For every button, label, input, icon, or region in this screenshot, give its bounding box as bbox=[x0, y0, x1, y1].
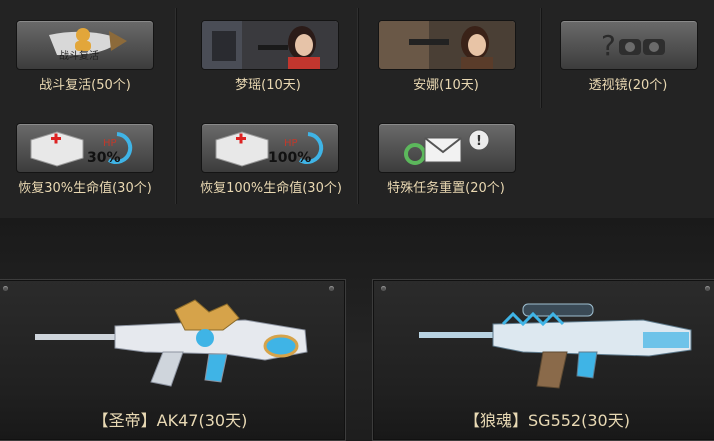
svg-text:30%: 30% bbox=[87, 150, 121, 166]
character-portrait-anna[interactable] bbox=[378, 20, 516, 70]
svg-text:HP: HP bbox=[284, 138, 298, 149]
item-label: 战斗复活(50个) bbox=[39, 78, 131, 93]
svg-text:战斗复活: 战斗复活 bbox=[59, 49, 99, 62]
item-label: 恢复100%生命值(30个) bbox=[200, 181, 342, 196]
svg-text:!: ! bbox=[476, 134, 482, 149]
medkit-icon[interactable]: HP 100% bbox=[201, 123, 339, 173]
svg-text:?: ? bbox=[601, 29, 616, 62]
weapon-card-ak47[interactable]: 【圣帝】AK47(30天) bbox=[0, 279, 346, 441]
weapon-card-sg552[interactable]: 【狼魂】SG552(30天) bbox=[372, 279, 714, 441]
divider bbox=[175, 8, 177, 204]
item-label: 特殊任务重置(20个) bbox=[387, 181, 505, 196]
item-label: 安娜(10天) bbox=[413, 78, 479, 93]
mission-reset-icon[interactable]: ! bbox=[378, 123, 516, 173]
svg-text:100%: 100% bbox=[268, 150, 311, 166]
item-label: 梦瑶(10天) bbox=[235, 78, 301, 93]
medkit-icon[interactable]: HP 30% bbox=[16, 123, 154, 173]
character-portrait-mengyao[interactable] bbox=[201, 20, 339, 70]
divider bbox=[357, 8, 359, 204]
weapon-label: 【圣帝】AK47(30天) bbox=[92, 411, 248, 430]
binoculars-icon[interactable]: ? bbox=[560, 20, 698, 70]
item-label: 恢复30%生命值(30个) bbox=[18, 181, 152, 196]
svg-text:HP: HP bbox=[103, 138, 117, 149]
weapon-label: 【狼魂】SG552(30天) bbox=[464, 411, 630, 430]
sg552-rifle-icon bbox=[419, 303, 692, 389]
revive-icon[interactable]: 战斗复活 bbox=[16, 20, 154, 70]
divider bbox=[540, 8, 542, 108]
item-label: 透视镜(20个) bbox=[588, 78, 668, 93]
ak47-rifle-icon bbox=[35, 299, 308, 387]
